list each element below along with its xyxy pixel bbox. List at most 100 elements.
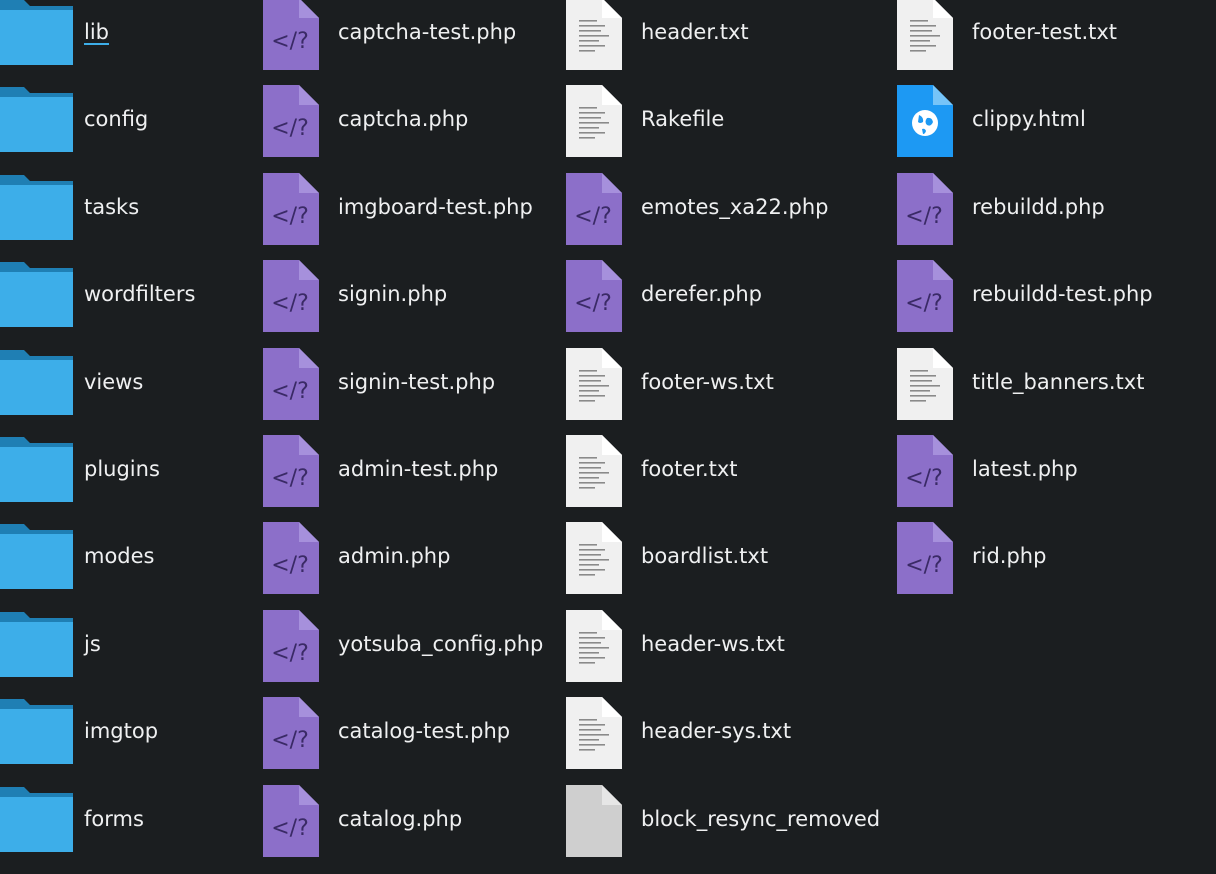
php-file-icon: </?	[263, 610, 319, 685]
php-file-icon: </?	[263, 785, 319, 860]
file-name-label: tasks	[84, 195, 140, 219]
file-name-label: forms	[84, 807, 144, 831]
php-file-icon: </?	[263, 435, 319, 510]
file-item[interactable]: block_resync_removed	[566, 785, 880, 874]
file-item[interactable]: </? admin.php	[263, 522, 563, 611]
folder-item[interactable]: forms	[0, 787, 300, 874]
folder-icon	[0, 522, 73, 597]
php-file-icon: </?	[897, 173, 953, 248]
file-name-label: imgboard-test.php	[338, 195, 533, 219]
file-name-label: yotsuba_config.php	[338, 632, 544, 656]
file-item[interactable]: </? rebuildd-test.php	[897, 260, 1197, 349]
svg-text:</?: </?	[905, 204, 943, 229]
folder-item[interactable]: plugins	[0, 437, 300, 524]
file-item[interactable]: </? captcha.php	[263, 85, 563, 174]
file-name-label: catalog.php	[338, 807, 463, 831]
file-item[interactable]: </? derefer.php	[566, 260, 866, 349]
folder-icon	[0, 173, 73, 248]
file-name-label: emotes_xa22.php	[641, 195, 829, 219]
text-file-icon	[566, 610, 622, 685]
file-item[interactable]: footer-ws.txt	[566, 348, 866, 437]
folder-item[interactable]: config	[0, 87, 300, 174]
folder-item[interactable]: lib	[0, 0, 300, 87]
text-file-icon	[566, 697, 622, 772]
svg-text:</?: </?	[574, 204, 612, 229]
svg-text:</?: </?	[271, 379, 309, 404]
svg-text:</?: </?	[905, 291, 943, 316]
php-file-icon: </?	[897, 260, 953, 335]
html-file-icon	[897, 85, 953, 160]
file-item[interactable]: </? rid.php	[897, 522, 1197, 611]
file-item[interactable]: header.txt	[566, 0, 866, 87]
blank-file-icon	[566, 785, 622, 860]
file-name-label: header.txt	[641, 20, 749, 44]
file-item[interactable]: </? captcha-test.php	[263, 0, 563, 87]
svg-text:</?: </?	[271, 291, 309, 316]
file-name-label: signin.php	[338, 282, 448, 306]
file-name-label: header-ws.txt	[641, 632, 785, 656]
file-name-label: footer-test.txt	[972, 20, 1118, 44]
text-file-icon	[897, 348, 953, 423]
file-item[interactable]: Rakefile	[566, 85, 866, 174]
file-name-label: rebuildd-test.php	[972, 282, 1153, 306]
file-item[interactable]: </? signin.php	[263, 260, 563, 349]
svg-text:</?: </?	[271, 116, 309, 141]
svg-text:</?: </?	[271, 204, 309, 229]
folder-icon	[0, 610, 73, 685]
file-item[interactable]: </? yotsuba_config.php	[263, 610, 563, 699]
php-file-icon: </?	[566, 260, 622, 335]
php-file-icon: </?	[263, 697, 319, 772]
file-item[interactable]: </? admin-test.php	[263, 435, 563, 524]
file-name-label: header-sys.txt	[641, 719, 792, 743]
file-item[interactable]: </? latest.php	[897, 435, 1197, 524]
file-name-label: title_banners.txt	[972, 370, 1145, 394]
file-item[interactable]: </? emotes_xa22.php	[566, 173, 866, 262]
folder-icon	[0, 260, 73, 335]
text-file-icon	[566, 85, 622, 160]
folder-item[interactable]: wordfilters	[0, 262, 300, 349]
svg-text:</?: </?	[271, 728, 309, 753]
svg-text:</?: </?	[271, 641, 309, 666]
file-item[interactable]: footer-test.txt	[897, 0, 1197, 87]
file-item[interactable]: footer.txt	[566, 435, 866, 524]
file-item[interactable]: </? catalog-test.php	[263, 697, 563, 786]
file-item[interactable]: boardlist.txt	[566, 522, 866, 611]
folder-icon	[0, 348, 73, 423]
file-name-label: footer-ws.txt	[641, 370, 774, 394]
folder-icon	[0, 0, 73, 73]
text-file-icon	[897, 0, 953, 73]
folder-item[interactable]: tasks	[0, 175, 300, 262]
file-name-label: footer.txt	[641, 457, 738, 481]
file-name-label: wordfilters	[84, 282, 196, 306]
file-item[interactable]: </? imgboard-test.php	[263, 173, 563, 262]
file-name-label: captcha-test.php	[338, 20, 517, 44]
file-name-label: js	[84, 632, 101, 656]
php-file-icon: </?	[263, 173, 319, 248]
folder-item[interactable]: js	[0, 612, 300, 699]
file-item[interactable]: </? signin-test.php	[263, 348, 563, 437]
php-file-icon: </?	[897, 435, 953, 510]
file-name-label: views	[84, 370, 144, 394]
file-name-label: rebuildd.php	[972, 195, 1105, 219]
file-item[interactable]: </? catalog.php	[263, 785, 563, 874]
file-item[interactable]: </? rebuildd.php	[897, 173, 1197, 262]
text-file-icon	[566, 348, 622, 423]
file-name-label: plugins	[84, 457, 160, 481]
file-name-label: config	[84, 107, 149, 131]
folder-item[interactable]: views	[0, 350, 300, 437]
folder-item[interactable]: modes	[0, 524, 300, 611]
file-item[interactable]: header-sys.txt	[566, 697, 866, 786]
folder-item[interactable]: imgtop	[0, 699, 300, 786]
php-file-icon: </?	[263, 0, 319, 73]
file-name-label: clippy.html	[972, 107, 1086, 131]
file-name-label: block_resync_removed	[641, 807, 881, 831]
folder-icon	[0, 697, 73, 772]
folder-icon	[0, 785, 73, 860]
text-file-icon	[566, 0, 622, 73]
file-item[interactable]: header-ws.txt	[566, 610, 866, 699]
file-item[interactable]: title_banners.txt	[897, 348, 1197, 437]
file-name-label: captcha.php	[338, 107, 469, 131]
file-item[interactable]: clippy.html	[897, 85, 1197, 174]
svg-text:</?: </?	[574, 291, 612, 316]
svg-text:</?: </?	[271, 466, 309, 491]
